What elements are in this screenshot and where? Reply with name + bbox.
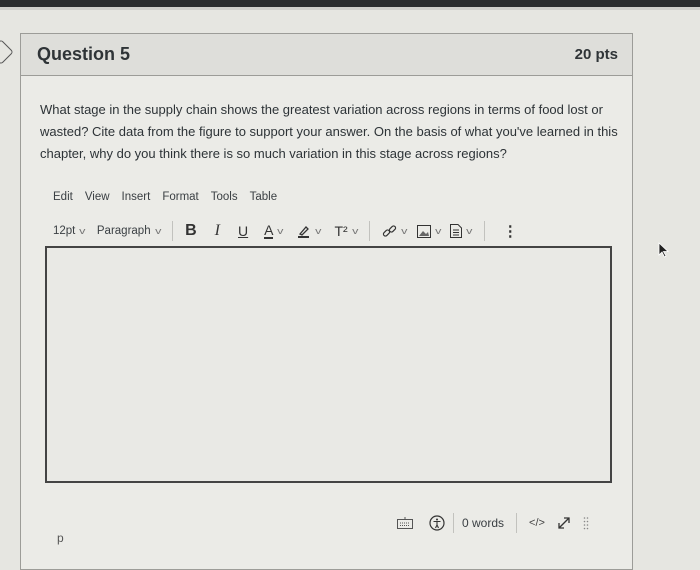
- accessibility-icon[interactable]: [429, 515, 445, 531]
- menu-insert[interactable]: Insert: [122, 191, 151, 203]
- element-path: p: [57, 531, 64, 545]
- html-editor-toggle[interactable]: </>: [529, 517, 545, 529]
- underline-button[interactable]: U: [238, 223, 248, 239]
- menu-table[interactable]: Table: [250, 191, 278, 203]
- link-icon: [383, 224, 397, 237]
- question-text: What stage in the supply chain shows the…: [40, 102, 618, 161]
- document-button[interactable]: v: [450, 224, 473, 238]
- fullscreen-icon[interactable]: [557, 516, 571, 530]
- chevron-down-icon: v: [401, 226, 408, 236]
- font-size-value: 12pt: [53, 225, 76, 237]
- statusbar-divider: [516, 513, 518, 533]
- chevron-down-icon: v: [154, 226, 162, 236]
- chevron-down-icon: v: [351, 226, 359, 236]
- toolbar-divider: [369, 221, 371, 241]
- chevron-down-icon: v: [79, 226, 86, 236]
- text-color-button[interactable]: A v: [264, 222, 284, 239]
- question-title: Question 5: [37, 44, 131, 64]
- menu-edit[interactable]: Edit: [53, 191, 73, 203]
- editor-toolbar: 12pt v Paragraph v B I U A v v T² v v v …: [53, 220, 518, 242]
- question-points: 20 pts: [574, 46, 618, 63]
- italic-button[interactable]: I: [215, 222, 220, 240]
- document-icon: [450, 224, 463, 238]
- link-button[interactable]: v: [382, 224, 408, 239]
- text-color-icon: A: [264, 222, 274, 239]
- highlighter-icon: [297, 226, 309, 238]
- keyboard-icon[interactable]: [397, 517, 413, 529]
- word-count: 0 words: [462, 516, 505, 530]
- block-format-value: Paragraph: [96, 225, 151, 237]
- question-header: Question 5 20 pts: [21, 34, 632, 76]
- chevron-down-icon: v: [434, 226, 442, 236]
- resize-handle-icon[interactable]: [583, 516, 589, 530]
- font-size-select[interactable]: 12pt v: [53, 225, 86, 237]
- question-nav-marker[interactable]: [0, 39, 14, 65]
- bold-button[interactable]: B: [185, 222, 197, 240]
- superscript-button[interactable]: T² v: [334, 223, 359, 239]
- toolbar-divider: [172, 221, 174, 241]
- top-shadow: [0, 7, 700, 10]
- more-options-button[interactable]: ⋮: [503, 222, 518, 240]
- statusbar-divider: [453, 513, 454, 533]
- menu-format[interactable]: Format: [162, 191, 198, 203]
- editor-statusbar: 0 words </>: [397, 512, 589, 534]
- block-format-select[interactable]: Paragraph v: [96, 225, 162, 237]
- image-icon: [416, 224, 431, 238]
- toolbar-divider: [483, 221, 485, 241]
- highlight-button[interactable]: v: [297, 224, 321, 238]
- superscript-icon: T²: [334, 223, 348, 239]
- chevron-down-icon: v: [277, 226, 284, 236]
- rich-text-editor[interactable]: [45, 246, 612, 483]
- chevron-down-icon: v: [466, 226, 473, 236]
- menu-view[interactable]: View: [85, 191, 110, 203]
- menu-tools[interactable]: Tools: [211, 191, 238, 203]
- question-card: Question 5 20 pts What stage in the supp…: [20, 33, 633, 570]
- image-button[interactable]: v: [416, 224, 442, 238]
- mouse-cursor-icon: [658, 242, 670, 258]
- editor-menubar: Edit View Insert Format Tools Table: [53, 191, 289, 203]
- chevron-down-icon: v: [315, 226, 322, 236]
- window-top-bar: [0, 0, 700, 7]
